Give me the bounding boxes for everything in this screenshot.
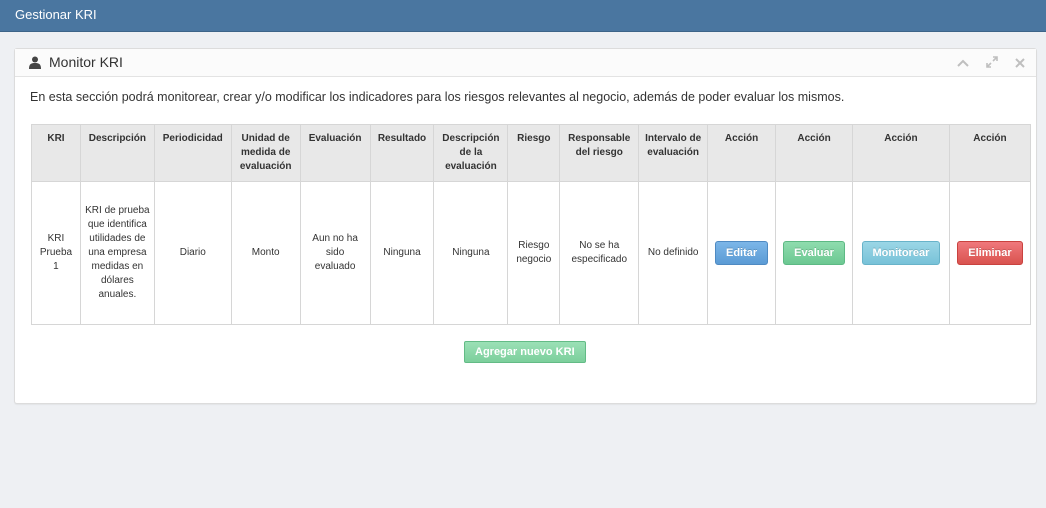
panel-header: Monitor KRI [15, 49, 1036, 77]
expand-icon[interactable] [984, 56, 1000, 70]
header-periodicidad: Periodicidad [153, 124, 232, 182]
header-responsable: Responsable del riesgo [559, 124, 640, 182]
cell-accion-monitorear: Monitorear [851, 181, 950, 325]
table-header-row: KRI Descripción Periodicidad Unidad de m… [31, 124, 1032, 182]
table-row: KRI Prueba 1 KRI de prueba que identific… [31, 181, 1032, 325]
monitor-button[interactable]: Monitorear [861, 241, 941, 265]
top-bar: Gestionar KRI [0, 0, 1046, 32]
monitor-kri-panel: Monitor KRI En esta sección podrá monito… [14, 48, 1037, 404]
cell-accion-evaluar: Evaluar [775, 181, 853, 325]
header-descripcion: Descripción [79, 124, 155, 182]
cell-accion-editar: Editar [707, 181, 777, 325]
cell-kri: KRI Prueba 1 [31, 181, 81, 325]
evaluate-button[interactable]: Evaluar [783, 241, 845, 265]
panel-tools [947, 55, 1028, 73]
intro-text: En esta sección podrá monitorear, crear … [30, 90, 845, 104]
cell-unidad: Monto [230, 181, 301, 325]
cell-intervalo: No definido [638, 181, 709, 325]
edit-button[interactable]: Editar [714, 241, 769, 265]
delete-button[interactable]: Eliminar [957, 241, 1023, 265]
header-riesgo: Riesgo [507, 124, 561, 182]
header-accion-2: Acción [775, 124, 853, 182]
cell-accion-eliminar: Eliminar [948, 181, 1032, 325]
header-kri: KRI [31, 124, 81, 182]
panel-title: Monitor KRI [49, 54, 123, 70]
cell-responsable: No se ha especificado [559, 181, 640, 325]
header-descripcion-evaluacion: Descripción de la evaluación [433, 124, 509, 182]
cell-descripcion: KRI de prueba que identifica utilidades … [79, 181, 155, 325]
cell-resultado: Ninguna [369, 181, 435, 325]
cell-riesgo: Riesgo negocio [507, 181, 561, 325]
header-accion-3: Acción [851, 124, 950, 182]
header-unidad: Unidad de medida de evaluación [230, 124, 301, 182]
close-icon[interactable] [1012, 57, 1028, 71]
add-kri-button[interactable]: Agregar nuevo KRI [464, 341, 586, 363]
cell-evaluacion: Aun no ha sido evaluado [299, 181, 371, 325]
header-evaluacion: Evaluación [299, 124, 371, 182]
cell-periodicidad: Diario [153, 181, 232, 325]
user-icon [29, 56, 41, 69]
header-accion-1: Acción [707, 124, 777, 182]
chevron-up-icon[interactable] [955, 57, 971, 71]
page-title: Gestionar KRI [15, 7, 97, 22]
kri-table: KRI Descripción Periodicidad Unidad de m… [31, 124, 1032, 325]
cell-descripcion-evaluacion: Ninguna [433, 181, 509, 325]
header-intervalo: Intervalo de evaluación [638, 124, 709, 182]
header-resultado: Resultado [369, 124, 435, 182]
header-accion-4: Acción [948, 124, 1032, 182]
